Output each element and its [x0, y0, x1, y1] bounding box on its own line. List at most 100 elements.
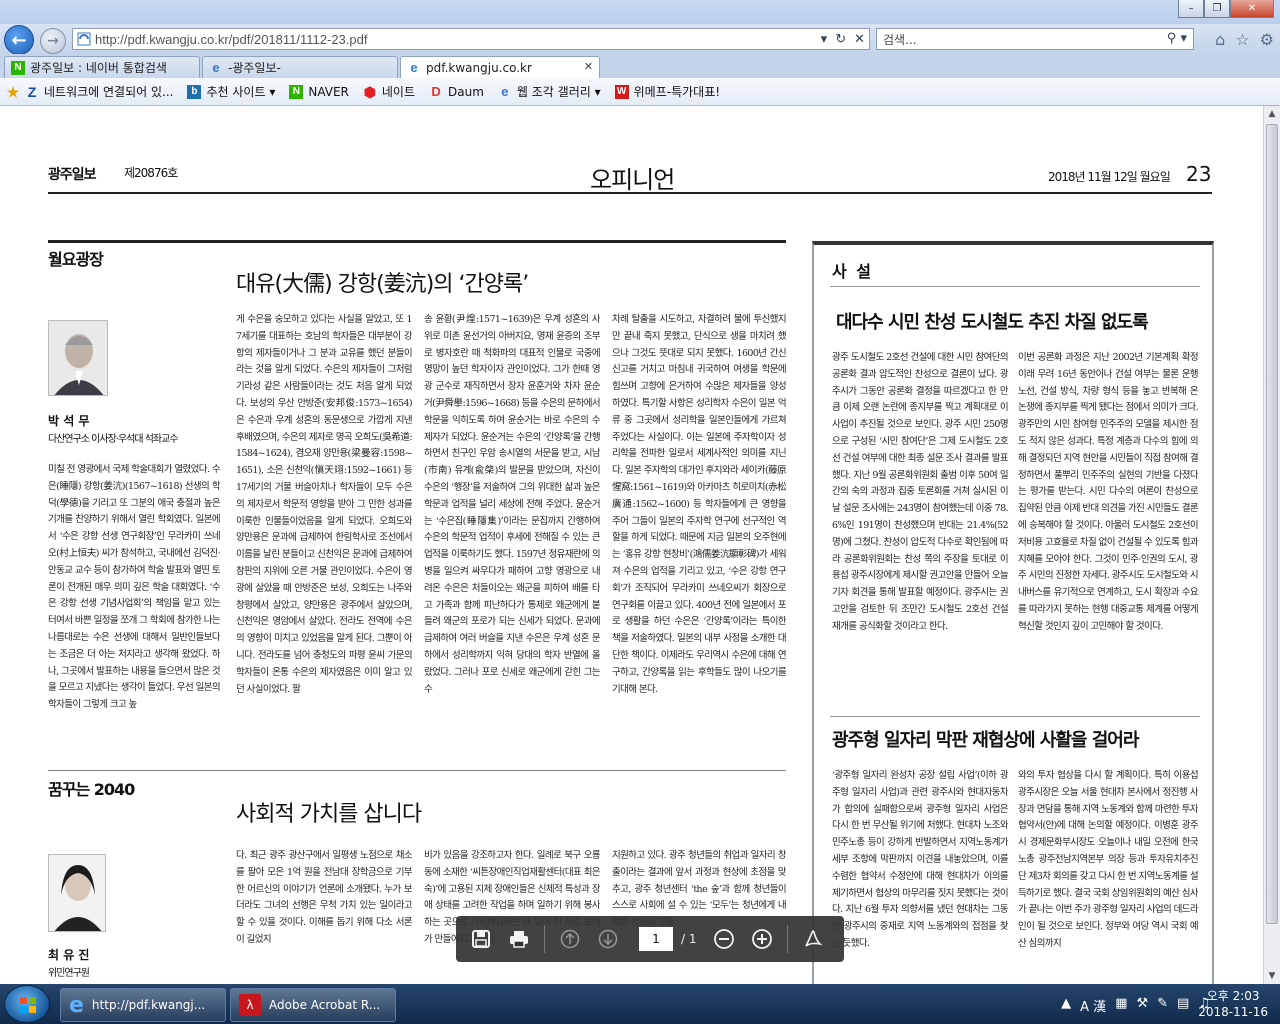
column-rule	[48, 770, 786, 771]
favorite-recommended-sites[interactable]: b 추천 사이트 ▾	[187, 83, 275, 100]
stop-icon[interactable]: ✕	[854, 31, 865, 47]
restore-button[interactable]: ❐	[1204, 0, 1230, 18]
favorite-daum[interactable]: D Daum	[429, 84, 484, 99]
editorial-headline: 광주형 일자리 막판 재협상에 사활을 걸어라	[832, 730, 1139, 751]
window-controls: – ❐ ✕	[1178, 0, 1274, 18]
refresh-icon[interactable]: ↻	[835, 31, 846, 47]
search-placeholder: 검색...	[883, 32, 917, 47]
taskbar-item-label: Adobe Acrobat R...	[269, 998, 381, 1012]
favorite-label: 추천 사이트 ▾	[206, 85, 276, 99]
arrow-right-icon: →	[47, 33, 59, 49]
author-name: 최 유 진	[48, 948, 90, 962]
scroll-down-icon[interactable]: ▼	[1264, 968, 1280, 984]
network-icon[interactable]: ▤	[1177, 996, 1189, 1015]
system-clock[interactable]: 오후 2:03 2018-11-16	[1198, 988, 1268, 1020]
navigation-bar: ← → http://pdf.kwangju.co.kr/pdf/201811/…	[0, 24, 1280, 55]
tray-tools-icon[interactable]: ⚒	[1136, 996, 1148, 1015]
clock-time: 오후 2:03	[1206, 989, 1260, 1003]
forward-button[interactable]: →	[40, 28, 66, 54]
print-button[interactable]	[506, 926, 532, 952]
scroll-up-icon[interactable]: ▲	[1264, 106, 1280, 122]
tray-pen-icon[interactable]: ✎	[1157, 996, 1168, 1015]
page-number-input[interactable]: 1	[639, 927, 673, 951]
tab-pdf[interactable]: e pdf.kwangju.co.kr ✕	[400, 56, 600, 79]
article-text-col-4: 차례 탈출을 시도하고, 자결하려 물에 투신했지만 끝내 죽지 못했고, 단식…	[612, 314, 786, 695]
open-in-acrobat-button[interactable]	[800, 926, 826, 952]
home-icon[interactable]: ⌂	[1215, 30, 1225, 49]
search-input[interactable]: 검색... ⚲ ▾	[876, 28, 1194, 50]
favorite-label: 네트워크에 연결되어 있...	[44, 85, 174, 99]
start-button[interactable]	[4, 985, 50, 1023]
clock-date: 2018-11-16	[1198, 1005, 1268, 1019]
page-total: / 1	[681, 932, 697, 946]
window-titlebar: – ❐ ✕	[0, 0, 1280, 26]
ie-page-icon: e	[501, 83, 509, 99]
tab-kwangju-ilbo[interactable]: e -광주일보-	[202, 56, 398, 78]
tab-close-icon[interactable]: ✕	[584, 60, 593, 73]
dropdown-icon[interactable]: ▾	[821, 31, 828, 47]
page-icon	[77, 32, 91, 46]
acrobat-icon	[804, 930, 823, 947]
toolbar-separator	[544, 925, 545, 953]
toolbar-separator	[786, 925, 788, 953]
arrow-down-circle-icon	[598, 929, 618, 949]
search-icon[interactable]: ⚲	[1167, 31, 1177, 46]
ie-icon: e	[69, 992, 84, 1018]
save-icon	[472, 930, 490, 948]
author-portrait-icon	[49, 321, 107, 395]
tab-label: pdf.kwangju.co.kr	[426, 61, 532, 75]
favorite-naver[interactable]: N NAVER	[289, 84, 349, 99]
naver-icon: N	[11, 60, 25, 75]
minimize-button[interactable]: –	[1178, 0, 1204, 18]
arrow-left-icon: ←	[11, 29, 27, 51]
editorial-text-col-1: ‘광주형 일자리 완성차 공장 설립 사업’(이하 광주형 일자리 사업)과 관…	[832, 770, 1008, 949]
page-number: 23	[1186, 162, 1212, 186]
tab-label: -광주일보-	[228, 61, 281, 75]
ime-indicator[interactable]: A 漢	[1080, 996, 1106, 1015]
issue-number: 제20876호	[124, 166, 178, 180]
newspaper-name: 광주일보	[48, 167, 97, 183]
vertical-scrollbar[interactable]: ▲ ▼	[1263, 106, 1280, 984]
tray-expand-icon[interactable]: ▲	[1061, 996, 1071, 1015]
taskbar-item-acrobat[interactable]: λ Adobe Acrobat R...	[230, 988, 396, 1022]
article-text-col-1: 미칠 전 영광에서 국제 학술대회가 열렸었다. 수은(睡隱) 강항(姜沆)(1…	[48, 464, 220, 711]
publish-date: 2018년 11월 12일 월요일	[1048, 170, 1171, 184]
editorial-text-col-2: 이번 공론화 과정은 지난 2002년 기본계획 확정 이래 무려 16년 동안…	[1018, 352, 1198, 632]
favorites-bar: ★ Z 네트워크에 연결되어 있... b 추천 사이트 ▾ N NAVER ⬢ 네이트 …	[0, 78, 1280, 106]
favorites-star-icon: ★	[6, 83, 20, 100]
favorite-nate[interactable]: ⬢ 네이트	[363, 83, 415, 100]
next-page-button[interactable]	[595, 926, 621, 952]
favorite-label: 위메프-특가대표!	[633, 85, 721, 99]
favorite-label: 네이트	[381, 85, 416, 99]
tab-naver-search[interactable]: N 광주일보 : 네이버 통합검색	[4, 56, 200, 78]
favorites-star-item[interactable]: ★ Z 네트워크에 연결되어 있...	[6, 83, 174, 100]
search-dropdown-icon[interactable]: ▾	[1180, 31, 1187, 46]
star-icon[interactable]: ☆	[1235, 30, 1249, 49]
previous-page-button[interactable]	[557, 926, 583, 952]
article-text-col-2: 게 수은을 숭모하고 있다는 사실을 알았고, 또 17세기를 대표하는 호남의…	[236, 314, 412, 695]
favorite-wemakeprice[interactable]: W 위메프-특가대표!	[614, 83, 721, 100]
tab-label: 광주일보 : 네이버 통합검색	[30, 61, 167, 75]
back-button[interactable]: ←	[4, 25, 34, 55]
zoom-in-button[interactable]	[749, 926, 775, 952]
favorite-label: NAVER	[308, 84, 349, 99]
column-header: 월요광장	[48, 250, 104, 269]
pdf-viewport[interactable]: 광주일보 제20876호 오피니언 2018년 11월 12일 월요일 23 월…	[0, 106, 1280, 984]
gear-icon[interactable]: ⚙	[1260, 30, 1274, 49]
column-header: 꿈꾸는 2040	[48, 780, 135, 799]
taskbar-item-ie[interactable]: e http://pdf.kwangj...	[60, 988, 226, 1022]
favorite-label: Daum	[448, 84, 484, 99]
close-button[interactable]: ✕	[1230, 0, 1274, 18]
author-photo	[48, 320, 108, 396]
scrollbar-thumb[interactable]	[1266, 124, 1278, 924]
favorite-web-slice-gallery[interactable]: e 웹 조각 갤러리 ▾	[498, 83, 600, 100]
zoom-out-button[interactable]	[711, 926, 737, 952]
tray-app-icon[interactable]: ▦	[1115, 996, 1127, 1015]
author-portrait-icon	[49, 855, 105, 931]
print-icon	[510, 931, 528, 948]
arrow-up-circle-icon	[560, 929, 580, 949]
save-button[interactable]	[468, 926, 494, 952]
address-bar[interactable]: http://pdf.kwangju.co.kr/pdf/201811/1112…	[72, 28, 870, 50]
taskbar: e http://pdf.kwangj... λ Adobe Acrobat R…	[0, 984, 1280, 1024]
ie-page-icon: e	[212, 59, 220, 75]
